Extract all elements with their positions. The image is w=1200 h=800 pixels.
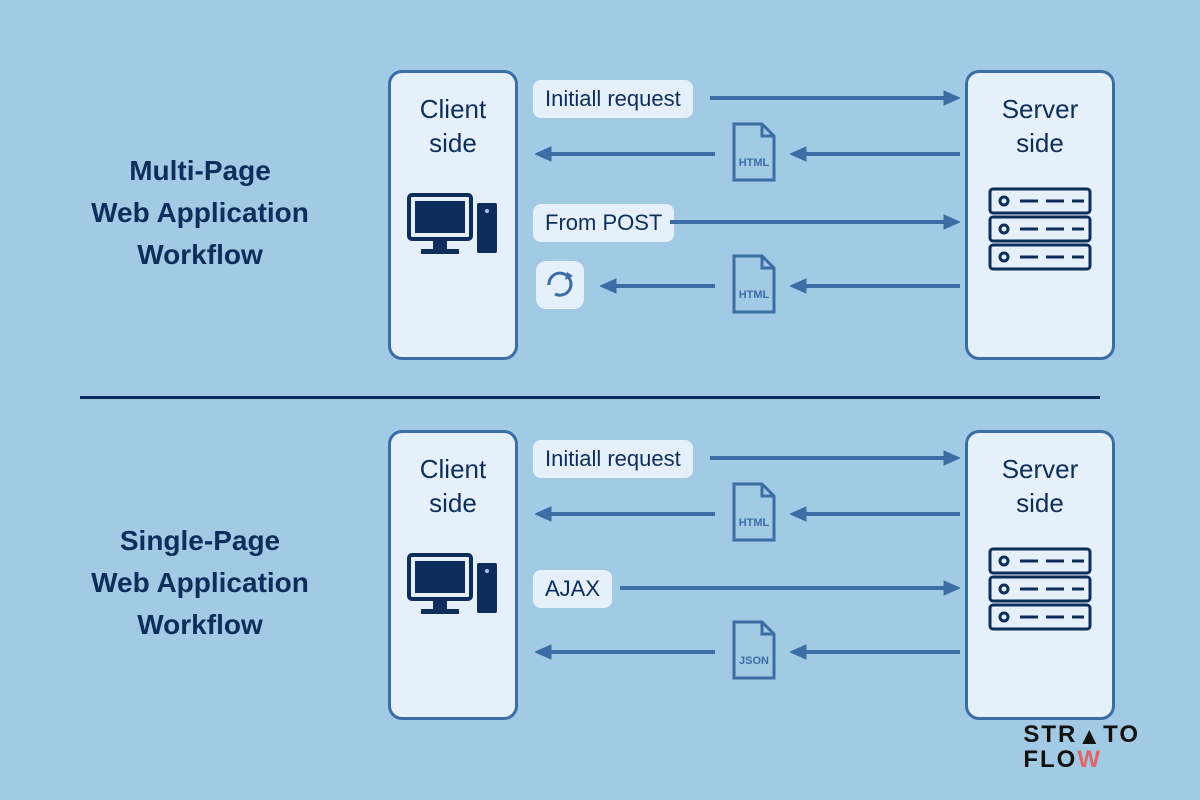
from-post-label: From POST: [533, 204, 674, 242]
single-page-section: Single-Page Web Application Workflow Cli…: [0, 420, 1200, 730]
svg-text:HTML: HTML: [739, 157, 770, 169]
arrow-right-icon: [620, 578, 960, 598]
stratoflow-logo: STR▲TO FLOW: [1023, 724, 1140, 772]
svg-text:HTML: HTML: [739, 517, 770, 529]
arrow-right-icon: [710, 88, 960, 108]
initial-request-label: Initiall request: [533, 80, 693, 118]
html-file-icon: HTML: [728, 122, 780, 184]
arrow-left-icon: [535, 642, 715, 662]
arrow-left-icon: [790, 276, 960, 296]
client-side-label: Client side: [391, 93, 515, 161]
ajax-label: AJAX: [533, 570, 612, 608]
html-file-icon: HTML: [728, 482, 780, 544]
title-line: Multi-Page: [50, 150, 350, 192]
arrow-left-icon: [535, 144, 715, 164]
multi-page-section: Multi-Page Web Application Workflow Clie…: [0, 60, 1200, 370]
svg-text:HTML: HTML: [739, 289, 770, 301]
arrow-left-icon: [790, 504, 960, 524]
reload-icon: [536, 261, 584, 309]
client-side-box: Client side: [388, 430, 518, 720]
server-side-label: Server side: [968, 453, 1112, 521]
title-line: Workflow: [50, 604, 350, 646]
server-rack-icon: [968, 181, 1112, 286]
computer-icon: [391, 549, 515, 634]
svg-text:JSON: JSON: [739, 655, 769, 667]
multi-page-title: Multi-Page Web Application Workflow: [50, 150, 350, 276]
server-side-label: Server side: [968, 93, 1112, 161]
divider: [80, 396, 1100, 399]
single-page-title: Single-Page Web Application Workflow: [50, 520, 350, 646]
arrow-left-icon: [535, 504, 715, 524]
arrow-right-icon: [710, 448, 960, 468]
arrow-left-icon: [790, 642, 960, 662]
server-rack-icon: [968, 541, 1112, 646]
title-line: Single-Page: [50, 520, 350, 562]
client-side-box: Client side: [388, 70, 518, 360]
initial-request-label: Initiall request: [533, 440, 693, 478]
title-line: Web Application: [50, 562, 350, 604]
arrow-left-icon: [600, 276, 715, 296]
title-line: Workflow: [50, 234, 350, 276]
client-side-label: Client side: [391, 453, 515, 521]
json-file-icon: JSON: [728, 620, 780, 682]
server-side-box: Server side: [965, 430, 1115, 720]
title-line: Web Application: [50, 192, 350, 234]
arrow-left-icon: [790, 144, 960, 164]
arrow-right-icon: [670, 212, 960, 232]
computer-icon: [391, 189, 515, 274]
server-side-box: Server side: [965, 70, 1115, 360]
html-file-icon: HTML: [728, 254, 780, 316]
